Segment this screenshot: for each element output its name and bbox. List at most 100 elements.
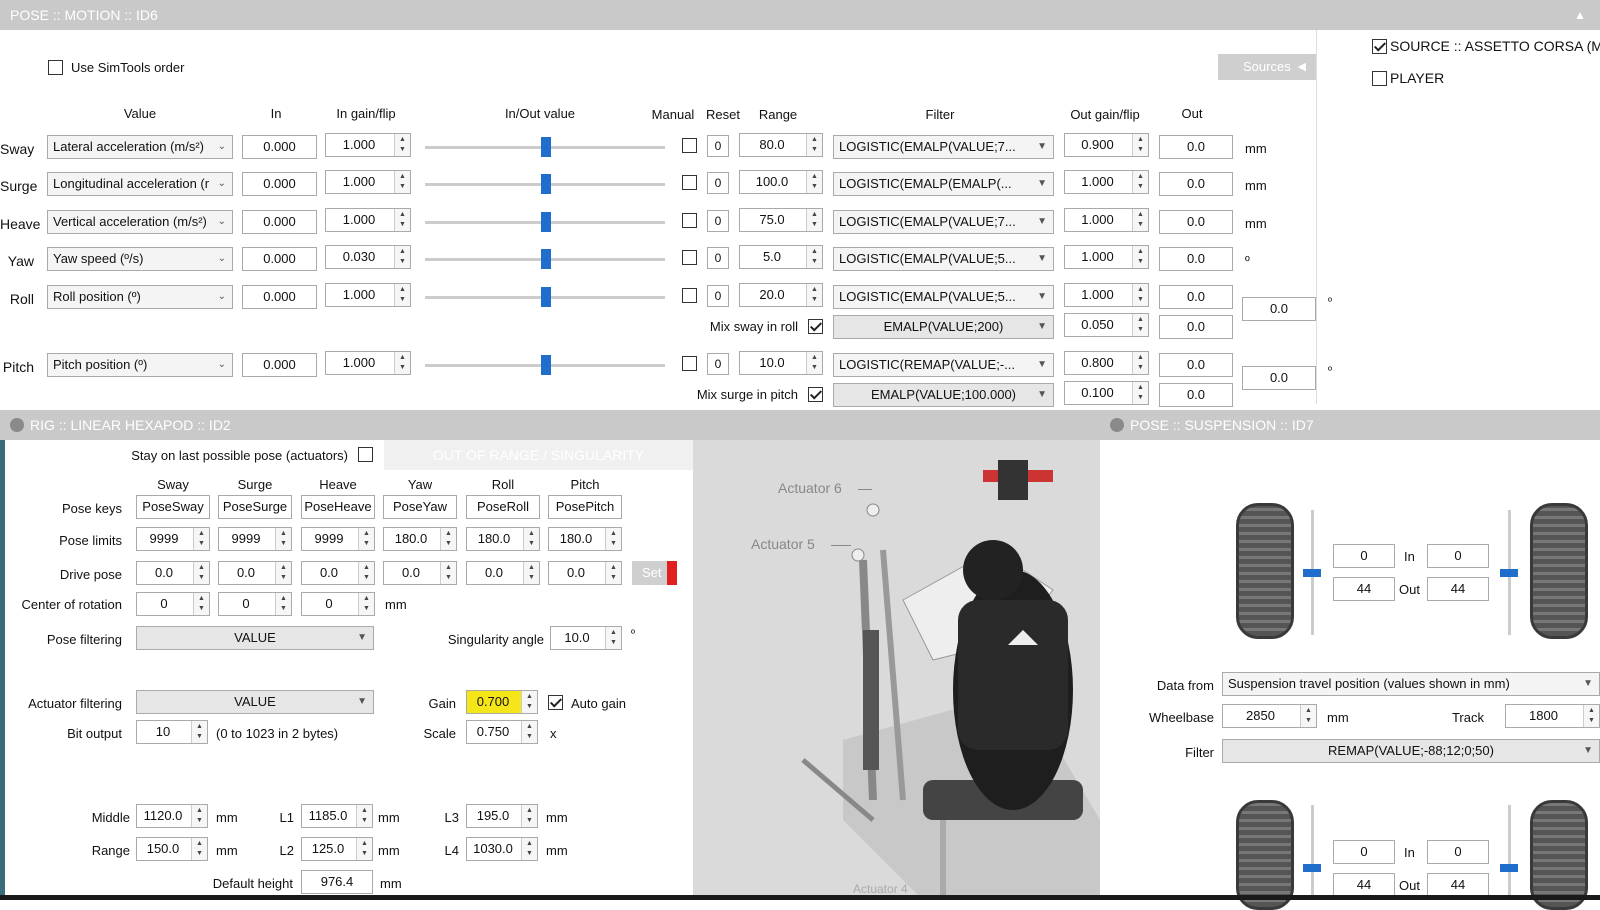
- spinner-arrows-icon[interactable]: ▲ ▼: [605, 562, 621, 584]
- reset-button[interactable]: 0: [707, 247, 729, 269]
- drive-pose-spinner[interactable]: 0.0 ▲ ▼: [548, 561, 622, 585]
- drive-pose-spinner[interactable]: 0.0 ▲ ▼: [383, 561, 457, 585]
- pose-key-field[interactable]: PosePitch: [548, 495, 622, 519]
- pose-key-field[interactable]: PoseHeave: [301, 495, 375, 519]
- spinner-arrows-icon[interactable]: ▲ ▼: [1132, 134, 1148, 156]
- cor-spinner[interactable]: 0 ▲ ▼: [136, 592, 210, 616]
- out-gain-spinner[interactable]: 1.000 ▲ ▼: [1064, 208, 1149, 232]
- mix-roll-checkbox[interactable]: [808, 319, 823, 334]
- out-gain-spinner[interactable]: 1.000 ▲ ▼: [1064, 170, 1149, 194]
- out-gain-spinner[interactable]: 1.000 ▲ ▼: [1064, 283, 1149, 307]
- filter-select[interactable]: LOGISTIC(EMALP(VALUE;7... ▼: [833, 135, 1054, 159]
- spinner-arrows-icon[interactable]: ▲ ▼: [356, 805, 372, 827]
- inout-slider-thumb[interactable]: [541, 249, 551, 269]
- rear-left-travel-thumb[interactable]: [1303, 864, 1321, 872]
- drive-pose-spinner[interactable]: 0.0 ▲ ▼: [466, 561, 540, 585]
- reset-button[interactable]: 0: [707, 172, 729, 194]
- inout-slider-thumb[interactable]: [541, 137, 551, 157]
- value-select[interactable]: Vertical acceleration (m/s²) ⌄: [47, 210, 233, 234]
- stay-checkbox[interactable]: [358, 447, 373, 462]
- manual-checkbox[interactable]: [682, 288, 697, 303]
- front-left-travel-thumb[interactable]: [1303, 569, 1321, 577]
- value-select[interactable]: Yaw speed (º/s) ⌄: [47, 247, 233, 271]
- spinner-arrows-icon[interactable]: ▲ ▼: [1132, 382, 1148, 404]
- spinner-arrows-icon[interactable]: ▲ ▼: [191, 721, 207, 743]
- drive-pose-spinner[interactable]: 0.0 ▲ ▼: [301, 561, 375, 585]
- actuator-filtering-select[interactable]: VALUE ▼: [136, 690, 374, 714]
- spinner-arrows-icon[interactable]: ▲ ▼: [394, 246, 410, 268]
- rear-right-travel-thumb[interactable]: [1500, 864, 1518, 872]
- singularity-spinner[interactable]: 10.0 ▲ ▼: [550, 626, 622, 650]
- source-player-checkbox[interactable]: [1372, 71, 1387, 86]
- range-spinner[interactable]: 5.0 ▲ ▼: [739, 245, 823, 269]
- drive-pose-spinner[interactable]: 0.0 ▲ ▼: [136, 561, 210, 585]
- pose-limit-spinner[interactable]: 180.0 ▲ ▼: [383, 527, 457, 551]
- middle-spinner[interactable]: 1120.0 ▲ ▼: [136, 804, 208, 828]
- spinner-arrows-icon[interactable]: ▲ ▼: [521, 805, 537, 827]
- spinner-arrows-icon[interactable]: ▲ ▼: [521, 721, 537, 743]
- spinner-arrows-icon[interactable]: ▲ ▼: [806, 171, 822, 193]
- value-select[interactable]: Longitudinal acceleration (r ⌄: [47, 172, 233, 196]
- drive-pose-spinner[interactable]: 0.0 ▲ ▼: [218, 561, 292, 585]
- range-spinner[interactable]: 10.0 ▲ ▼: [739, 351, 823, 375]
- spinner-arrows-icon[interactable]: ▲ ▼: [440, 528, 456, 550]
- spinner-arrows-icon[interactable]: ▲ ▼: [193, 593, 209, 615]
- data-from-select[interactable]: Suspension travel position (values shown…: [1222, 672, 1600, 696]
- hexapod-3d-view[interactable]: Actuator 6 Actuator 5 Actuator 4: [693, 440, 1100, 900]
- filter-select[interactable]: LOGISTIC(EMALP(VALUE;7... ▼: [833, 210, 1054, 234]
- in-gain-spinner[interactable]: 0.030 ▲ ▼: [325, 245, 411, 269]
- pose-filtering-select[interactable]: VALUE ▼: [136, 626, 374, 650]
- l2-spinner[interactable]: 125.0 ▲ ▼: [301, 837, 373, 861]
- value-select[interactable]: Roll position (º) ⌄: [47, 285, 233, 309]
- scale-spinner[interactable]: 0.750 ▲ ▼: [466, 720, 538, 744]
- manual-checkbox[interactable]: [682, 213, 697, 228]
- out-gain-spinner[interactable]: 0.900 ▲ ▼: [1064, 133, 1149, 157]
- pose-limit-spinner[interactable]: 9999 ▲ ▼: [218, 527, 292, 551]
- range-spinner[interactable]: 150.0 ▲ ▼: [136, 837, 208, 861]
- pose-limit-spinner[interactable]: 180.0 ▲ ▼: [466, 527, 540, 551]
- front-right-travel-thumb[interactable]: [1500, 569, 1518, 577]
- value-select[interactable]: Pitch position (º) ⌄: [47, 353, 233, 377]
- spinner-arrows-icon[interactable]: ▲ ▼: [394, 171, 410, 193]
- spinner-arrows-icon[interactable]: ▲ ▼: [1132, 314, 1148, 336]
- spinner-arrows-icon[interactable]: ▲ ▼: [193, 562, 209, 584]
- spinner-arrows-icon[interactable]: ▲ ▼: [193, 528, 209, 550]
- spinner-arrows-icon[interactable]: ▲ ▼: [605, 528, 621, 550]
- spinner-arrows-icon[interactable]: ▲ ▼: [394, 284, 410, 306]
- manual-checkbox[interactable]: [682, 356, 697, 371]
- l1-spinner[interactable]: 1185.0 ▲ ▼: [301, 804, 373, 828]
- mix-roll-gain-spinner[interactable]: 0.050 ▲ ▼: [1064, 313, 1149, 337]
- cor-spinner[interactable]: 0 ▲ ▼: [218, 592, 292, 616]
- reset-button[interactable]: 0: [707, 135, 729, 157]
- spinner-arrows-icon[interactable]: ▲ ▼: [521, 838, 537, 860]
- sources-button[interactable]: Sources ◀: [1218, 54, 1316, 80]
- spinner-arrows-icon[interactable]: ▲ ▼: [358, 593, 374, 615]
- spinner-arrows-icon[interactable]: ▲ ▼: [1132, 246, 1148, 268]
- wheelbase-spinner[interactable]: 2850 ▲ ▼: [1222, 704, 1317, 728]
- gain-spinner[interactable]: 0.700 ▲ ▼: [466, 690, 538, 714]
- suspension-filter-select[interactable]: REMAP(VALUE;-88;12;0;50) ▼: [1222, 739, 1600, 763]
- spinner-arrows-icon[interactable]: ▲ ▼: [521, 691, 537, 713]
- mix-pitch-filter-select[interactable]: EMALP(VALUE;100.000) ▼: [833, 383, 1054, 407]
- pose-key-field[interactable]: PoseSurge: [218, 495, 292, 519]
- spinner-arrows-icon[interactable]: ▲ ▼: [440, 562, 456, 584]
- in-gain-spinner[interactable]: 1.000 ▲ ▼: [325, 351, 411, 375]
- spinner-arrows-icon[interactable]: ▲ ▼: [806, 246, 822, 268]
- inout-slider-thumb[interactable]: [541, 174, 551, 194]
- spinner-arrows-icon[interactable]: ▲ ▼: [394, 352, 410, 374]
- mix-roll-filter-select[interactable]: EMALP(VALUE;200) ▼: [833, 315, 1054, 339]
- reset-button[interactable]: 0: [707, 210, 729, 232]
- manual-checkbox[interactable]: [682, 250, 697, 265]
- range-spinner[interactable]: 80.0 ▲ ▼: [739, 133, 823, 157]
- spinner-arrows-icon[interactable]: ▲ ▼: [806, 284, 822, 306]
- spinner-arrows-icon[interactable]: ▲ ▼: [394, 209, 410, 231]
- spinner-arrows-icon[interactable]: ▲ ▼: [394, 134, 410, 156]
- set-button[interactable]: Set: [632, 561, 677, 585]
- filter-select[interactable]: LOGISTIC(EMALP(VALUE;5... ▼: [833, 247, 1054, 271]
- mix-pitch-gain-spinner[interactable]: 0.100 ▲ ▼: [1064, 381, 1149, 405]
- spinner-arrows-icon[interactable]: ▲ ▼: [806, 209, 822, 231]
- manual-checkbox[interactable]: [682, 138, 697, 153]
- in-gain-spinner[interactable]: 1.000 ▲ ▼: [325, 208, 411, 232]
- pose-key-field[interactable]: PoseRoll: [466, 495, 540, 519]
- collapse-icon[interactable]: ▲: [1574, 0, 1586, 30]
